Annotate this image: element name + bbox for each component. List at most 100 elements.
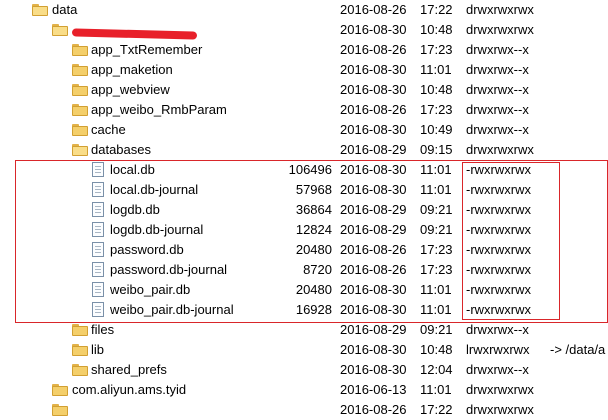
file-row[interactable]: logdb.db-journal 12824 2016-08-29 09:21 -rwx… (0, 220, 608, 240)
folder-icon (72, 124, 88, 136)
expanded-arrow-icon[interactable] (52, 139, 73, 160)
expanded-arrow-icon[interactable] (8, 0, 29, 21)
item-name: logdb.db (110, 202, 160, 217)
file-icon (92, 202, 104, 217)
item-name: app_maketion (91, 62, 173, 77)
item-permissions: -rwxrwxrwx (466, 222, 531, 237)
item-name: logdb.db-journal (110, 222, 204, 237)
item-size: 106496 (288, 162, 332, 177)
item-size: 12824 (295, 222, 332, 237)
item-name: local.db (110, 162, 155, 177)
item-name: cache (91, 122, 126, 137)
folder-row[interactable]: data 2016-08-26 17:22 drwxrwxrwx (0, 0, 608, 20)
item-date: 2016-08-26 (340, 402, 407, 417)
item-time: 10:48 (420, 342, 453, 357)
folder-row[interactable]: app_TxtRemember 2016-08-26 17:23 drwxrwx--x (0, 40, 608, 60)
collapsed-arrow-icon[interactable] (58, 100, 68, 120)
collapsed-arrow-icon[interactable] (58, 320, 68, 340)
folder-row[interactable]: shared_prefs 2016-08-30 12:04 drwxrwx--x (0, 360, 608, 380)
item-time: 17:22 (420, 402, 453, 417)
collapsed-arrow-icon[interactable] (58, 360, 68, 380)
collapsed-arrow-icon[interactable] (58, 60, 68, 80)
file-icon (92, 302, 104, 317)
item-permissions: drwxrwxrwx (466, 382, 534, 397)
item-date: 2016-08-26 (340, 102, 407, 117)
file-row[interactable]: weibo_pair.db-journal 16928 2016-08-30 11:0… (0, 300, 608, 320)
file-row[interactable]: password.db 20480 2016-08-26 17:23 -rwxrwxrw… (0, 240, 608, 260)
folder-row[interactable]: lib 2016-08-30 10:48 lrwxrwxrwx -> /data/a (0, 340, 608, 360)
collapsed-arrow-icon[interactable] (58, 80, 68, 100)
item-permissions: -rwxrwxrwx (466, 242, 531, 257)
item-time: 09:21 (420, 222, 453, 237)
folder-row[interactable]: 2016-08-26 17:22 drwxrwxrwx (0, 400, 608, 420)
item-date: 2016-08-26 (340, 242, 407, 257)
folder-row[interactable]: app_weibo_RmbParam 2016-08-26 17:23 drwxrwx… (0, 100, 608, 120)
item-permissions: -rwxrwxrwx (466, 302, 531, 317)
file-icon (92, 242, 104, 257)
folder-icon (72, 64, 88, 76)
item-date: 2016-08-26 (340, 2, 407, 17)
item-time: 12:04 (420, 362, 453, 377)
collapsed-arrow-icon[interactable] (38, 400, 48, 420)
item-date: 2016-08-26 (340, 42, 407, 57)
folder-icon (72, 324, 88, 336)
folder-icon (72, 364, 88, 376)
folder-icon (52, 24, 68, 36)
item-time: 17:23 (420, 242, 453, 257)
folder-row[interactable]: databases 2016-08-29 09:15 drwxrwxrwx (0, 140, 608, 160)
file-row[interactable]: local.db-journal 57968 2016-08-30 11:01 -rwx… (0, 180, 608, 200)
item-permissions: drwxrwx--x (466, 122, 529, 137)
item-time: 10:48 (420, 82, 453, 97)
item-permissions: drwxrwxrwx (466, 2, 534, 17)
item-date: 2016-08-30 (340, 182, 407, 197)
item-name: shared_prefs (91, 362, 167, 377)
item-permissions: -rwxrwxrwx (466, 162, 531, 177)
collapsed-arrow-icon[interactable] (38, 380, 48, 400)
item-date: 2016-08-29 (340, 202, 407, 217)
file-icon (92, 282, 104, 297)
file-row[interactable]: weibo_pair.db 20480 2016-08-30 11:01 -rwxrwx… (0, 280, 608, 300)
item-time: 11:01 (420, 282, 452, 297)
file-row[interactable]: password.db-journal 8720 2016-08-26 17:23 -r… (0, 260, 608, 280)
file-icon (92, 162, 104, 177)
folder-row[interactable]: files 2016-08-29 09:21 drwxrwx--x (0, 320, 608, 340)
folder-icon (72, 144, 88, 156)
item-name: weibo_pair.db-journal (110, 302, 234, 317)
item-size: 57968 (295, 182, 332, 197)
folder-icon (32, 4, 48, 16)
item-time: 10:48 (420, 22, 453, 37)
item-time: 11:01 (420, 182, 452, 197)
item-permissions: -rwxrwxrwx (466, 182, 531, 197)
item-name: lib (91, 342, 105, 357)
item-date: 2016-08-29 (340, 142, 407, 157)
item-time: 17:23 (420, 102, 453, 117)
folder-icon (72, 104, 88, 116)
item-name: com.aliyun.ams.tyid (72, 382, 187, 397)
folder-row[interactable]: app_maketion 2016-08-30 11:01 drwxrwx--x (0, 60, 608, 80)
item-time: 17:23 (420, 262, 453, 277)
item-permissions: drwxrwx--x (466, 82, 529, 97)
item-size: 8720 (303, 262, 332, 277)
item-time: 11:01 (420, 302, 452, 317)
item-date: 2016-08-26 (340, 262, 407, 277)
expanded-arrow-icon[interactable] (32, 19, 53, 40)
folder-row[interactable]: cache 2016-08-30 10:49 drwxrwx--x (0, 120, 608, 140)
item-size: 16928 (295, 302, 332, 317)
folder-row[interactable]: app_webview 2016-08-30 10:48 drwxrwx--x (0, 80, 608, 100)
collapsed-arrow-icon[interactable] (58, 40, 68, 60)
item-date: 2016-08-30 (340, 282, 407, 297)
item-permissions: drwxrwxrwx (466, 22, 534, 37)
item-permissions: drwxrwxrwx (466, 142, 534, 157)
folder-icon (52, 384, 68, 396)
item-size: 36864 (295, 202, 332, 217)
collapsed-arrow-icon[interactable] (58, 120, 68, 140)
item-name: app_webview (91, 82, 170, 97)
item-date: 2016-08-30 (340, 82, 407, 97)
folder-row[interactable]: com.aliyun.ams.tyid 2016-06-13 11:01 drwxrw… (0, 380, 608, 400)
item-name: databases (91, 142, 151, 157)
file-row[interactable]: logdb.db 36864 2016-08-29 09:21 -rwxrwxrwx (0, 200, 608, 220)
file-tree: data 2016-08-26 17:22 drwxrwxrwx 2016-08-30 1… (0, 0, 608, 417)
item-date: 2016-08-30 (340, 362, 407, 377)
file-row[interactable]: local.db 106496 2016-08-30 11:01 -rwxrwxrwx (0, 160, 608, 180)
item-permissions: drwxrwx--x (466, 62, 529, 77)
